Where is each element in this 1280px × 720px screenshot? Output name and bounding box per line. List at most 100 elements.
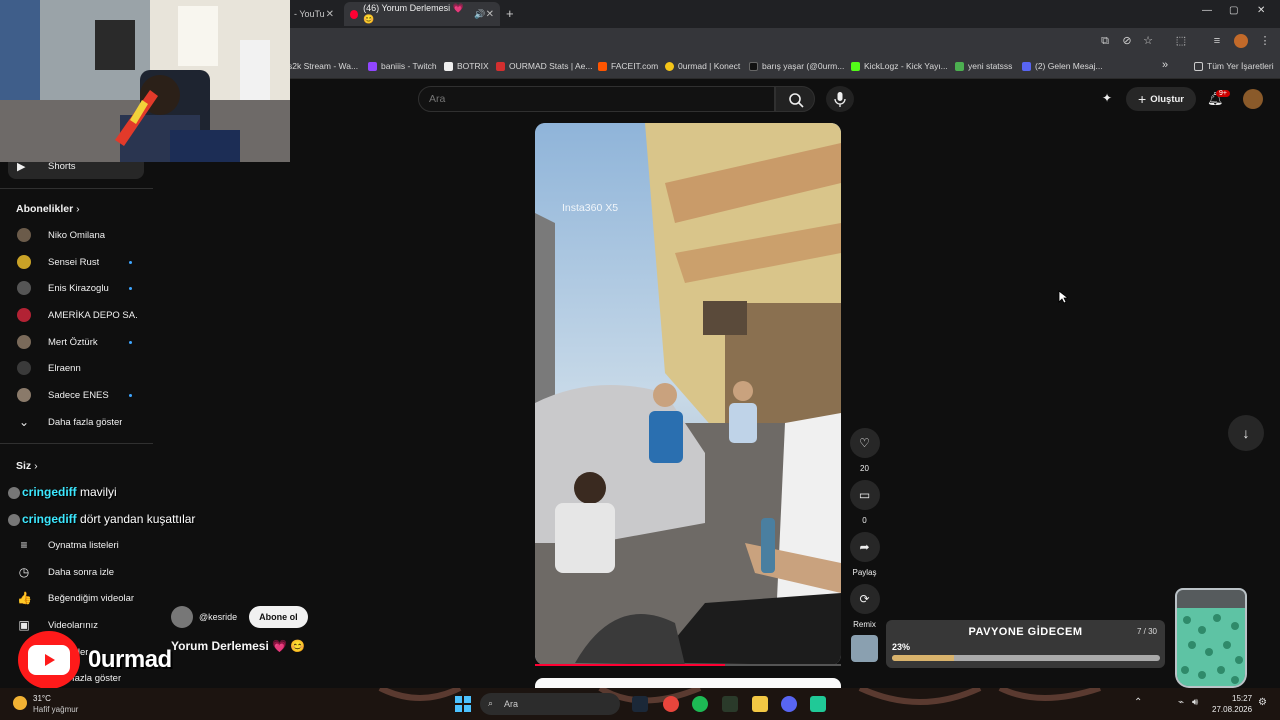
mouse-cursor-icon	[1058, 290, 1068, 304]
sidebar-item-watch-later[interactable]: ◷ Daha sonra izle	[0, 559, 153, 585]
channel-avatar[interactable]	[171, 606, 193, 628]
search-input[interactable]	[419, 87, 774, 111]
sidebar-subscription[interactable]: Sadece ENES	[0, 382, 153, 408]
chat-avatar	[8, 513, 20, 526]
steam-icon[interactable]	[632, 696, 648, 712]
bookmark-label: KickLogz - Kick Yayı...	[864, 61, 948, 71]
audio-thumbnail[interactable]	[851, 635, 878, 662]
voice-search-button[interactable]	[826, 86, 854, 112]
menu-kebab-icon[interactable]: ⋮	[1258, 34, 1272, 48]
file-explorer-icon[interactable]	[752, 696, 768, 712]
remix-icon: ⟳	[849, 584, 880, 614]
sidebar-subscription[interactable]: AMERİKA DEPO SA...	[0, 302, 153, 328]
volume-icon[interactable]: 🔊︎	[1192, 697, 1198, 708]
video-progress-bar[interactable]	[535, 664, 841, 666]
you-header-label: Siz	[16, 460, 32, 472]
subscriptions-header[interactable]: Abonelikler ›	[16, 203, 80, 215]
show-more-subscriptions[interactable]: ⌄ Daha fazla göster	[0, 409, 153, 435]
sidebar-subscription[interactable]: Elraenn	[0, 355, 153, 381]
profile-avatar[interactable]	[1234, 34, 1248, 48]
goal-count: 7 / 30	[1136, 627, 1157, 636]
share-action[interactable]: ➦ Paylaş	[849, 532, 880, 577]
bookmark-item[interactable]: barış yaşar (@0urm...	[749, 61, 844, 71]
sidebar-subscription[interactable]: Mert Öztürk	[0, 329, 153, 355]
share-label: Paylaş	[852, 568, 877, 577]
media-queue-icon[interactable]: ≡	[1210, 34, 1224, 48]
bookmark-label: yeni statsss	[968, 61, 1013, 71]
close-tab-icon[interactable]: ✕	[486, 9, 494, 20]
sidebar-item-liked-videos[interactable]: 👍 Beğendiğim videolar	[0, 585, 153, 611]
discord-icon	[1022, 61, 1031, 71]
bookmark-item[interactable]: OURMAD Stats | Ae...	[496, 61, 592, 71]
browser-tab-active[interactable]: (46) Yorum Derlemesi 💗 😊 🔊 ✕	[344, 2, 500, 26]
botrix-icon	[444, 61, 453, 71]
extensions-icon[interactable]: ⬚	[1174, 34, 1188, 48]
youtube-favicon-icon	[350, 9, 359, 19]
discord-icon[interactable]	[781, 696, 797, 712]
taskbar-search[interactable]: ⌕ Ara	[480, 693, 620, 715]
bookmark-star-icon[interactable]: ☆	[1141, 34, 1155, 48]
chat-avatar	[8, 486, 20, 499]
spotify-icon[interactable]	[692, 696, 708, 712]
speaker-icon[interactable]: 🔊	[474, 9, 485, 20]
sidebar-divider	[0, 188, 153, 189]
heart-icon: ♡	[849, 428, 880, 458]
bookmark-item[interactable]: yeni statsss	[955, 61, 1012, 71]
bookmark-item[interactable]: BOTRIX	[444, 61, 489, 71]
bookmarks-overflow-button[interactable]: »	[1162, 59, 1168, 71]
you-header[interactable]: Siz ›	[16, 460, 38, 472]
bookmark-label: OURMAD Stats | Ae...	[509, 61, 593, 71]
jar-contents	[1177, 608, 1245, 686]
cast-icon[interactable]: ⧉	[1098, 34, 1112, 48]
taskbar-time[interactable]: 15:27	[1232, 694, 1252, 703]
twitch-icon	[368, 61, 377, 71]
notification-center-icon[interactable]: ⚙	[1258, 697, 1267, 708]
channel-avatar	[17, 361, 31, 375]
app-icon[interactable]	[722, 696, 738, 712]
folder-icon	[1194, 61, 1203, 71]
bookmark-item[interactable]: FACEIT.com	[598, 61, 658, 71]
next-video-button[interactable]: ↓	[1228, 415, 1264, 451]
share-icon: ➦	[849, 532, 880, 562]
channel-avatar	[17, 281, 31, 295]
clock-icon: ◷	[18, 565, 30, 579]
subscribe-button[interactable]: Abone ol	[249, 606, 308, 628]
windows-start-icon[interactable]	[455, 696, 471, 712]
eye-off-icon[interactable]: ⊘	[1120, 34, 1134, 48]
all-bookmarks-button[interactable]: Tüm Yer İşaretleri	[1194, 61, 1274, 71]
taskbar-date[interactable]: 27.08.2026	[1212, 705, 1252, 714]
sparkle-icon[interactable]: ✦	[1102, 91, 1112, 105]
like-action[interactable]: ♡ 20	[849, 428, 880, 473]
channel-handle[interactable]: @kesride	[199, 612, 237, 622]
comment-action[interactable]: ▭ 0	[849, 480, 880, 525]
create-button[interactable]: + Oluştur	[1126, 87, 1196, 111]
bookmark-item[interactable]: s2k Stream - Wa...	[288, 61, 358, 71]
sidebar-item-playlists[interactable]: ≡ Oynatma listeleri	[0, 532, 153, 558]
sidebar-subscription[interactable]: Sensei Rust	[0, 249, 153, 275]
chrome-icon[interactable]	[663, 696, 679, 712]
network-icon[interactable]: ⌁	[1178, 697, 1184, 708]
new-tab-button[interactable]: +	[506, 6, 514, 21]
stats-chart-icon	[955, 61, 964, 71]
account-avatar[interactable]	[1243, 89, 1263, 109]
weather-icon[interactable]	[13, 696, 27, 710]
bookmark-item[interactable]: 0urmad | Konect	[665, 61, 740, 71]
bookmark-item[interactable]: (2) Gelen Mesaj...	[1022, 61, 1103, 71]
app-icon[interactable]	[810, 696, 826, 712]
playlist-icon: ≡	[20, 538, 28, 552]
close-window-button[interactable]: ✕	[1257, 5, 1265, 16]
bookmark-item[interactable]: KickLogz - Kick Yayı...	[851, 61, 948, 71]
browser-tab[interactable]: - YouTu ✕	[288, 2, 340, 26]
chevron-up-icon[interactable]: ⌃	[1134, 697, 1142, 708]
close-tab-icon[interactable]: ✕	[326, 9, 334, 20]
sidebar-subscription[interactable]: Enis Kirazoglu	[0, 275, 153, 301]
maximize-button[interactable]: ▢	[1229, 5, 1238, 16]
remix-action[interactable]: ⟳ Remix	[849, 584, 880, 629]
minimize-button[interactable]: —	[1202, 5, 1212, 16]
sidebar-item-label: Shorts	[48, 161, 76, 172]
sidebar-subscription[interactable]: Niko Omilana	[0, 222, 153, 248]
create-label: Oluştur	[1150, 93, 1184, 105]
bookmark-item[interactable]: baniiis - Twitch	[368, 61, 437, 71]
thumbs-up-icon: 👍	[17, 591, 32, 605]
search-button[interactable]	[775, 86, 815, 112]
